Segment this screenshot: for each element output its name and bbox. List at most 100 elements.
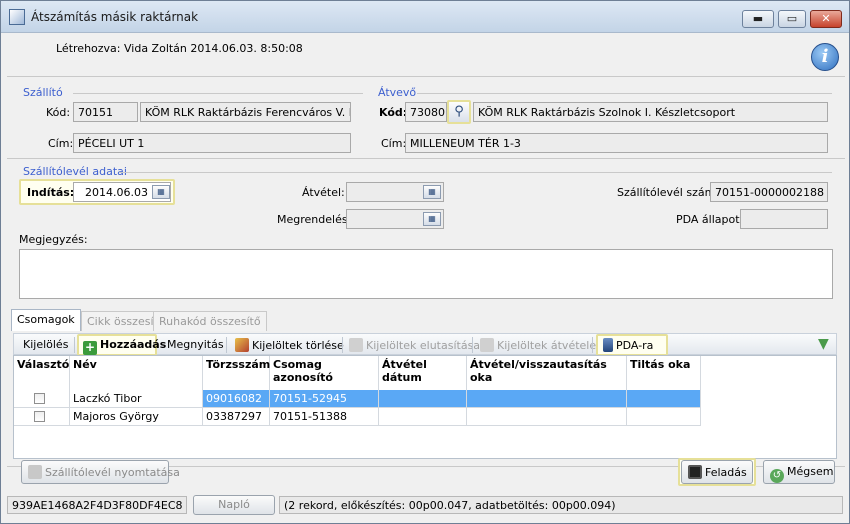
add-label: Hozzáadás: [100, 338, 167, 351]
receiver-code-label: Kód:: [379, 106, 408, 119]
status-hash: 939AE1468A2F4D3F80DF4EC8: [7, 496, 187, 514]
pda-state-field: [740, 209, 828, 229]
note-number-field: 70151-0000002188: [710, 182, 828, 202]
id-cell: 03387297: [203, 408, 270, 426]
column-header[interactable]: Tiltás oka: [627, 356, 701, 390]
supplier-address-field: PÉCELI UT 1: [73, 133, 351, 153]
tab-strip: Csomagok Cikk összesítő Ruhakód összesít…: [11, 309, 841, 333]
minimize-button[interactable]: ▬: [742, 10, 774, 28]
app-icon: [9, 9, 25, 25]
divider: [417, 93, 832, 94]
app-window: Átszámítás másik raktárnak ▬ ▭ ✕ Létreho…: [0, 0, 850, 524]
calendar-icon[interactable]: ▦: [423, 185, 441, 199]
receiver-name-field: KÖM RLK Raktárbázis Szolnok I. Készletcs…: [473, 102, 828, 122]
separator: [342, 337, 343, 353]
send-label: Feladás: [705, 466, 747, 479]
reason-cell: [467, 408, 627, 426]
divider: [119, 172, 832, 173]
tab-clothing-summary[interactable]: Ruhakód összesítő: [153, 311, 267, 331]
column-header[interactable]: Választó: [14, 356, 70, 390]
start-label: Indítás:: [27, 186, 75, 199]
calendar-icon[interactable]: ▦: [423, 212, 441, 226]
cancel-label: Mégsem: [787, 465, 834, 478]
accept-icon: [480, 338, 494, 352]
comment-label: Megjegyzés:: [19, 233, 88, 246]
column-header[interactable]: Név: [70, 356, 203, 390]
printer-icon: [28, 465, 42, 479]
divider: [7, 76, 845, 77]
row-checkbox[interactable]: [34, 393, 45, 404]
reject-icon: [349, 338, 363, 352]
column-header[interactable]: Csomag azonosító: [270, 356, 379, 390]
supplier-code-field: 70151: [73, 102, 138, 122]
order-label: Megrendelés:: [277, 213, 352, 226]
status-info: (2 rekord, előkészítés: 00p00.047, adatb…: [279, 496, 843, 514]
column-header[interactable]: Törzsszám: [203, 356, 270, 390]
grid-toolbar: Kijelölés + Hozzáadás Megnyitás Kijelölte…: [13, 333, 837, 356]
name-cell: Laczkó Tibor: [70, 390, 203, 408]
receipt-label: Átvétel:: [302, 186, 345, 199]
print-note-button[interactable]: Szállítólevél nyomtatása: [21, 460, 180, 484]
calendar-icon[interactable]: ▦: [152, 185, 170, 199]
comment-textarea[interactable]: [19, 249, 833, 299]
separator: [74, 337, 75, 353]
row-select-cell[interactable]: [14, 390, 70, 408]
separator: [592, 337, 593, 353]
row-checkbox[interactable]: [34, 411, 45, 422]
delete-selected-button[interactable]: Kijelöltek törlése: [232, 336, 347, 354]
select-button[interactable]: Kijelölés: [20, 336, 71, 354]
maximize-button[interactable]: ▭: [778, 10, 806, 28]
delete-label: Kijelöltek törlése: [252, 339, 344, 352]
column-header[interactable]: Átvétel/visszautasítás oka: [467, 356, 627, 390]
search-key-icon[interactable]: ⚲: [447, 100, 471, 124]
main-content: Létrehozva: Vida Zoltán 2014.06.03. 8:50…: [7, 34, 845, 520]
accept-selected-button[interactable]: Kijelöltek átvétele: [477, 336, 599, 354]
pda-icon: [603, 338, 613, 352]
delivery-legend: Szállítólevél adatai: [23, 165, 127, 178]
pda-state-label: PDA állapot:: [676, 213, 744, 226]
plus-icon: +: [83, 340, 97, 355]
reject-label: Kijelöltek elutasítása: [366, 339, 481, 352]
packages-grid: Választó Név Törzsszám Csomag azonosító …: [13, 355, 837, 459]
column-header[interactable]: Átvétel dátum: [379, 356, 467, 390]
ban-cell: [627, 408, 701, 426]
receiver-legend: Átvevő: [378, 86, 417, 99]
receiver-address-label: Cím:: [381, 137, 407, 150]
add-button[interactable]: + Hozzáadás: [80, 336, 169, 355]
pda-label: PDA-ra: [616, 339, 654, 352]
receiver-code-field: 73080: [405, 102, 447, 122]
package-cell: 70151-51388: [270, 408, 379, 426]
close-button[interactable]: ✕: [810, 10, 842, 28]
reason-cell: [467, 390, 627, 408]
date-cell: [379, 390, 467, 408]
undo-icon: ↺: [770, 469, 784, 483]
supplier-code-label: Kód:: [46, 106, 71, 119]
titlebar[interactable]: Átszámítás másik raktárnak ▬ ▭ ✕: [1, 1, 849, 33]
separator: [472, 337, 473, 353]
send-button[interactable]: Feladás: [681, 460, 753, 484]
tab-packages[interactable]: Csomagok: [11, 309, 81, 331]
accept-label: Kijelöltek átvétele: [497, 339, 597, 352]
cancel-button[interactable]: ↺ Mégsem: [763, 460, 835, 484]
reject-selected-button[interactable]: Kijelöltek elutasítása: [346, 336, 483, 354]
row-select-cell[interactable]: [14, 408, 70, 426]
divider: [7, 158, 845, 159]
info-icon[interactable]: i: [811, 43, 839, 71]
supplier-address-label: Cím:: [48, 137, 74, 150]
save-icon: [688, 465, 702, 479]
divider: [73, 93, 363, 94]
filter-icon[interactable]: ▼: [818, 337, 832, 352]
ban-cell: [627, 390, 701, 408]
date-cell: [379, 408, 467, 426]
log-button[interactable]: Napló: [193, 495, 275, 515]
window-title: Átszámítás másik raktárnak: [31, 10, 199, 24]
created-info: Létrehozva: Vida Zoltán 2014.06.03. 8:50…: [56, 42, 303, 55]
eraser-icon: [235, 338, 249, 352]
receiver-address-field: MILLENEUM TÉR 1-3: [405, 133, 828, 153]
supplier-legend: Szállító: [23, 86, 63, 99]
package-cell: 70151-52945: [270, 390, 379, 408]
pda-button[interactable]: PDA-ra: [600, 336, 656, 354]
id-cell: 09016082: [203, 390, 270, 408]
separator: [226, 337, 227, 353]
open-button[interactable]: Megnyitás: [164, 336, 227, 354]
